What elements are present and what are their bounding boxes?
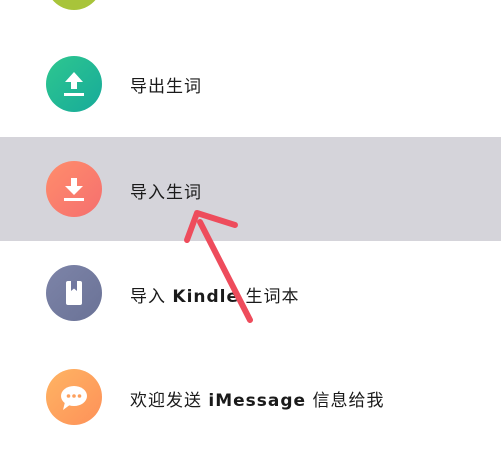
export-icon-circle	[46, 56, 102, 112]
imessage-icon-circle	[46, 369, 102, 425]
label-prefix: 欢迎发送	[130, 391, 209, 411]
label-imessage: iMessage	[208, 391, 307, 411]
kindle-icon-circle	[46, 265, 102, 321]
chat-bubble-icon	[61, 386, 87, 410]
upload-icon	[64, 72, 84, 96]
menu-item-label: 导入 Kindle 生词本	[130, 282, 299, 307]
label-suffix: 生词本	[239, 287, 300, 307]
menu-item-label: 导出生词	[130, 77, 202, 97]
import-icon-circle	[46, 161, 102, 217]
menu-item-label: 导入生词	[130, 183, 202, 203]
menu-item-import-words[interactable]: 导入生词	[0, 137, 501, 241]
menu-item-send-imessage[interactable]: 欢迎发送 iMessage 信息给我	[0, 345, 501, 449]
menu-item-import-kindle[interactable]: 导入 Kindle 生词本	[0, 241, 501, 345]
menu-item-label: 欢迎发送 iMessage 信息给我	[130, 386, 385, 411]
menu-item-export-words[interactable]: 导出生词	[0, 32, 501, 136]
label-suffix: 信息给我	[306, 391, 385, 411]
book-icon	[66, 281, 82, 305]
download-icon	[64, 178, 84, 201]
menu-screen: 导出生词 导入生词 导入 Kindle 生词本 欢迎发送 iMessage 信息…	[0, 0, 501, 466]
label-kindle: Kindle	[172, 287, 240, 307]
label-prefix: 导入	[130, 287, 173, 307]
partial-menu-item[interactable]	[46, 0, 102, 10]
